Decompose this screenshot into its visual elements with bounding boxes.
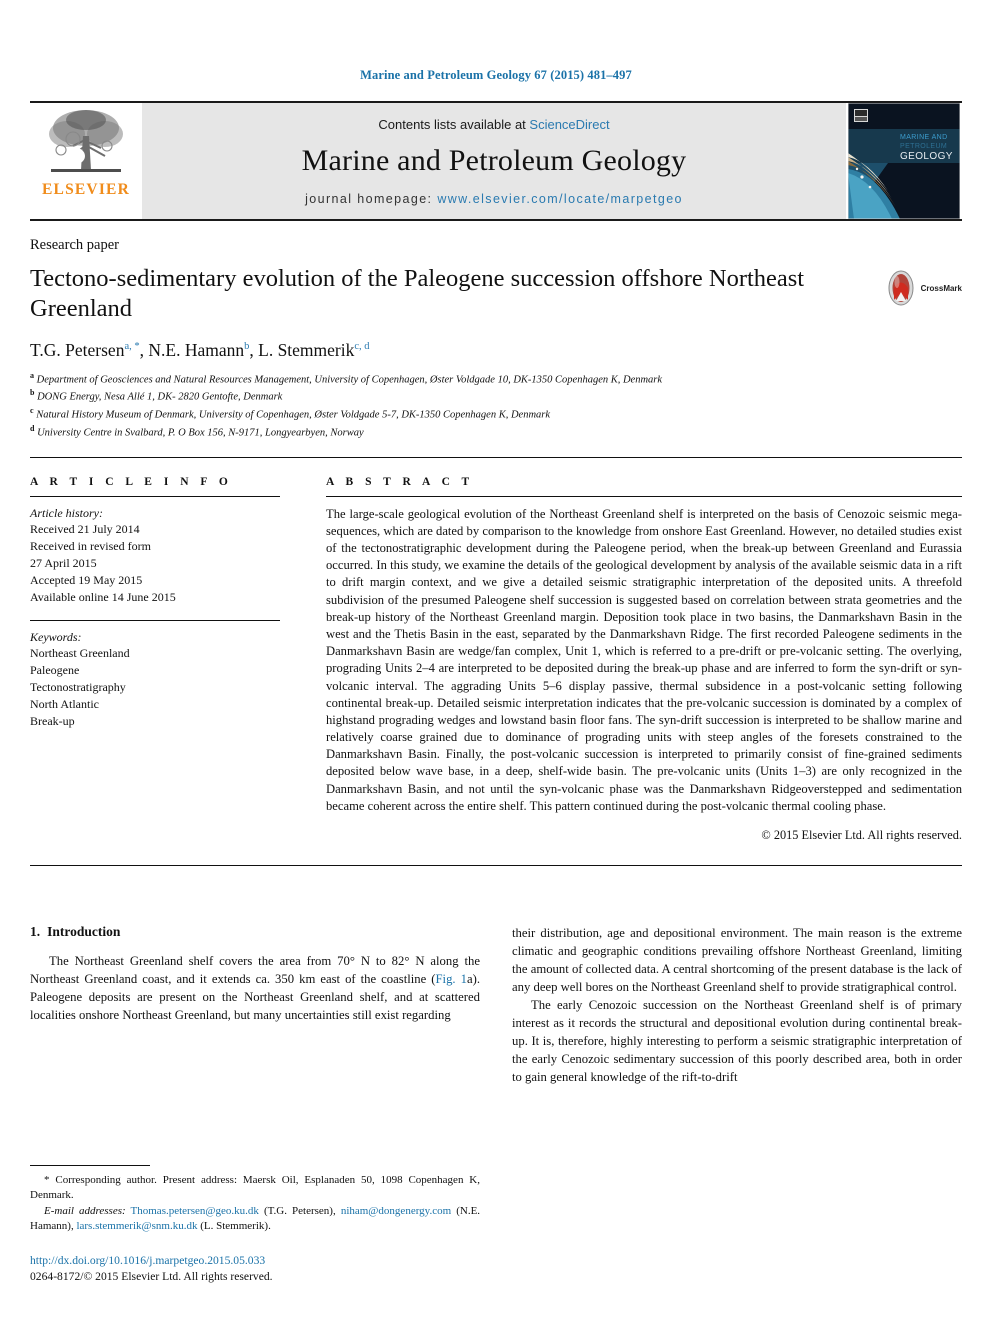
info-and-abstract: A R T I C L E I N F O Article history: R… (30, 476, 962, 843)
list-item: Paleogene (30, 662, 80, 677)
copyright-line: © 2015 Elsevier Ltd. All rights reserved… (761, 828, 962, 842)
author-affiliation-marks: a, * (124, 340, 140, 352)
author-name: T.G. Petersen (30, 339, 125, 360)
elsevier-wordmark: ELSEVIER (42, 181, 130, 198)
list-item: Accepted 19 May 2015 (30, 572, 143, 587)
crossmark-label: CrossMark (920, 283, 962, 293)
affiliation-item: c Natural History Museum of Denmark, Uni… (30, 405, 962, 423)
affiliation-mark: b (30, 388, 35, 398)
affiliation-text: Department of Geosciences and Natural Re… (36, 374, 663, 386)
email-owner: (L. Stemmerik) (200, 1220, 269, 1233)
issn-copyright-line: 0264-8172/© 2015 Elsevier Ltd. All right… (30, 1269, 273, 1283)
article-page: Marine and Petroleum Geology 67 (2015) 4… (0, 0, 992, 1323)
affiliation-text: Natural History Museum of Denmark, Unive… (36, 409, 551, 421)
abstract-text: The large-scale geological evolution of … (326, 506, 962, 813)
affiliation-mark: c (30, 406, 34, 416)
journal-masthead: ELSEVIER Contents lists available at Sci… (30, 101, 962, 221)
email-addresses-label: E-mail addresses: (44, 1204, 126, 1217)
list-item: Received in revised form (30, 538, 151, 553)
author-name: L. Stemmerik (258, 339, 355, 360)
doi-link[interactable]: http://dx.doi.org/10.1016/j.marpetgeo.20… (30, 1253, 480, 1269)
intro-paragraph-2: The early Cenozoic succession on the Nor… (512, 998, 962, 1085)
elsevier-logo-block: ELSEVIER (30, 103, 142, 219)
affiliation-item: a Department of Geosciences and Natural … (30, 370, 962, 388)
keywords-rule (30, 619, 280, 621)
corresponding-author-note: * Corresponding author. Present address:… (30, 1174, 480, 1202)
abstract-heading: A B S T R A C T (326, 475, 474, 488)
keywords-label: Keywords: (30, 629, 82, 644)
sciencedirect-link[interactable]: ScienceDirect (529, 117, 609, 132)
email-link[interactable]: lars.stemmerik@snm.ku.dk (76, 1220, 197, 1232)
author-affiliation-marks: c, d (354, 340, 370, 352)
intro-text-before-figref: The Northeast Greenland shelf covers the… (30, 954, 480, 987)
contents-prefix: Contents lists available at (378, 116, 530, 132)
email-link[interactable]: niham@dongenergy.com (341, 1205, 451, 1217)
body-column-left: 1. Introduction The Northeast Greenland s… (30, 924, 480, 1086)
list-item: Available online 14 June 2015 (30, 589, 176, 604)
affiliation-list: a Department of Geosciences and Natural … (30, 370, 962, 441)
svg-text:GEOLOGY: GEOLOGY (900, 151, 953, 162)
article-history-list: Received 21 July 2014 Received in revise… (30, 521, 280, 606)
journal-title: Marine and Petroleum Geology (301, 143, 687, 177)
doi-block: http://dx.doi.org/10.1016/j.marpetgeo.20… (30, 1253, 480, 1285)
author-list: T.G. Petersena, *, N.E. Hamannb, L. Stem… (30, 339, 370, 360)
elsevier-tree-icon (49, 110, 123, 172)
keyword-list: Northeast Greenland Paleogene Tectonostr… (30, 645, 280, 730)
body-columns: 1. Introduction The Northeast Greenland s… (30, 924, 962, 1086)
author-affiliation-marks: b (244, 340, 250, 352)
list-item: Tectonostratigraphy (30, 679, 126, 694)
abstract-rule (326, 495, 962, 497)
email-owner: (T.G. Petersen) (263, 1204, 333, 1217)
list-item: 27 April 2015 (30, 555, 97, 570)
journal-banner: Contents lists available at ScienceDirec… (142, 103, 846, 219)
article-info-rule (30, 495, 280, 497)
journal-cover-image: MARINE AND PETROLEUM GEOLOGY (848, 103, 960, 219)
list-item: Received 21 July 2014 (30, 521, 140, 536)
title-row: Tectono-sedimentary evolution of the Pal… (30, 264, 962, 324)
affiliation-text: University Centre in Svalbard, P. O Box … (37, 427, 364, 439)
journal-cover-block: MARINE AND PETROLEUM GEOLOGY (846, 103, 962, 219)
figure-reference-link[interactable]: Fig. 1 (436, 972, 467, 986)
info-divider-bottom (30, 865, 962, 866)
intro-paragraph-1-continued: their distribution, age and depositional… (512, 926, 962, 995)
affiliation-mark: a (30, 370, 34, 380)
section-heading-introduction: 1. Introduction (30, 924, 480, 940)
crossmark-icon (888, 270, 914, 306)
journal-homepage-line: journal homepage: www.elsevier.com/locat… (305, 192, 683, 206)
article-type-label: Research paper (30, 237, 119, 253)
author-name: N.E. Hamann (148, 339, 245, 360)
email-addresses-note: E-mail addresses: Thomas.petersen@geo.ku… (30, 1204, 481, 1233)
homepage-prefix: journal homepage: (305, 191, 438, 206)
list-item: Break-up (30, 713, 75, 728)
running-head: Marine and Petroleum Geology 67 (2015) 4… (360, 68, 632, 82)
keywords-block: Keywords: Northeast Greenland Paleogene … (30, 619, 280, 730)
footnote-block: * Corresponding author. Present address:… (30, 1165, 480, 1285)
journal-homepage-link[interactable]: www.elsevier.com/locate/marpetgeo (437, 192, 683, 206)
abstract-column: A B S T R A C T The large-scale geologic… (326, 476, 962, 843)
email-link[interactable]: Thomas.petersen@geo.ku.dk (131, 1205, 259, 1217)
section-number: 1. (30, 924, 41, 939)
section-title: Introduction (47, 924, 121, 939)
crossmark-badge-group[interactable]: CrossMark (884, 270, 962, 306)
page-title: Tectono-sedimentary evolution of the Pal… (30, 265, 805, 322)
affiliation-item: d University Centre in Svalbard, P. O Bo… (30, 423, 962, 441)
article-info-column: A R T I C L E I N F O Article history: R… (30, 476, 280, 843)
contents-available-line: Contents lists available at ScienceDirec… (378, 117, 609, 132)
footnote-rule (30, 1165, 150, 1166)
list-item: North Atlantic (30, 696, 99, 711)
intro-paragraph-1: The Northeast Greenland shelf covers the… (30, 952, 480, 1024)
svg-text:PETROLEUM: PETROLEUM (900, 143, 947, 150)
list-item: Northeast Greenland (30, 645, 130, 660)
article-history-label: Article history: (30, 505, 103, 520)
affiliation-mark: d (30, 423, 35, 433)
affiliation-item: b DONG Energy, Nesa Allé 1, DK- 2820 Gen… (30, 387, 962, 405)
affiliation-text: DONG Energy, Nesa Allé 1, DK- 2820 Gento… (37, 391, 283, 403)
info-divider-top (30, 456, 962, 458)
svg-text:MARINE AND: MARINE AND (900, 134, 948, 141)
article-info-heading: A R T I C L E I N F O (30, 475, 233, 488)
body-column-right: their distribution, age and depositional… (512, 924, 962, 1086)
